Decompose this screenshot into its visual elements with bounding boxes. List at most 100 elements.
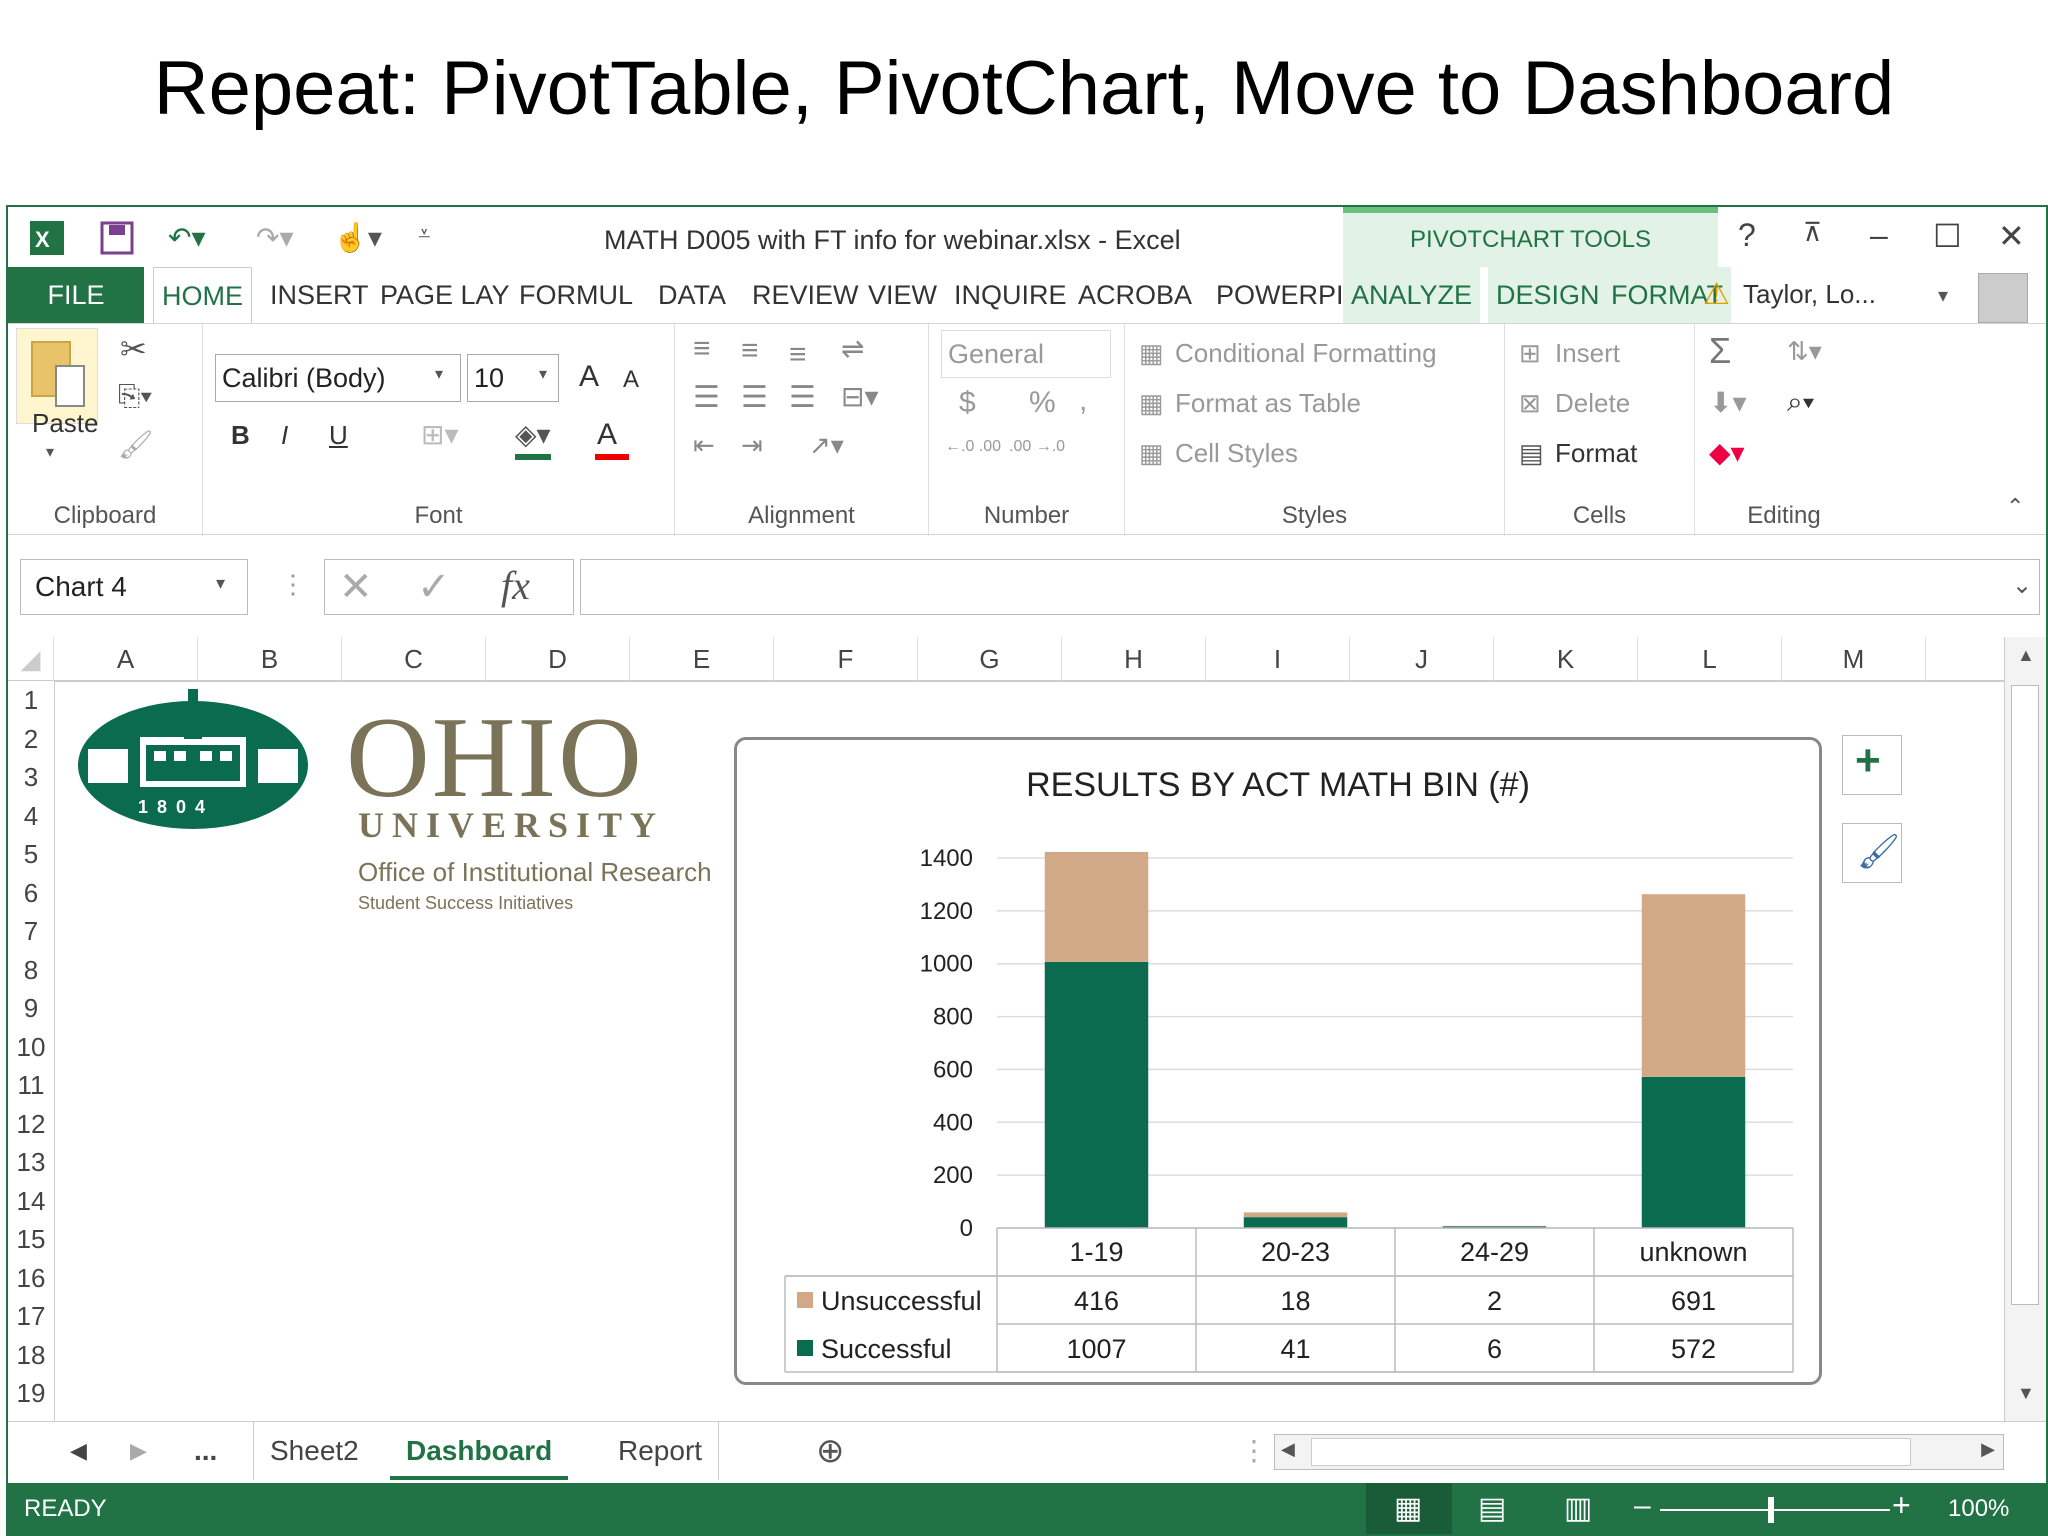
align-top-icon[interactable]: ≡: [693, 332, 711, 366]
save-icon[interactable]: [100, 221, 134, 255]
conditional-formatting-icon[interactable]: ▦: [1139, 338, 1164, 369]
row-header[interactable]: 11: [8, 1066, 54, 1105]
column-header[interactable]: B: [198, 637, 342, 681]
tab-insert[interactable]: INSERT: [262, 267, 377, 323]
copy-icon[interactable]: ⎘▾: [118, 380, 152, 413]
h-scroll-thumb[interactable]: [1311, 1438, 1911, 1466]
confirm-entry-icon[interactable]: ✓: [417, 564, 451, 610]
close-icon[interactable]: ✕: [1998, 217, 2025, 255]
sheet-tab-dashboard[interactable]: Dashboard: [390, 1422, 569, 1480]
comma-button[interactable]: ,: [1079, 384, 1087, 418]
fill-icon[interactable]: ⬇▾: [1709, 386, 1747, 419]
scroll-right-icon[interactable]: ▶: [1981, 1439, 1995, 1460]
user-dropdown-icon[interactable]: ▾: [1938, 283, 1948, 308]
column-header[interactable]: D: [486, 637, 630, 681]
ribbon-display-icon[interactable]: ⊼: [1803, 217, 1822, 248]
row-header[interactable]: 9: [8, 989, 54, 1028]
prev-sheet-icon[interactable]: ◀: [54, 1422, 103, 1480]
page-layout-view-icon[interactable]: ▤: [1478, 1491, 1506, 1526]
row-header[interactable]: 14: [8, 1182, 54, 1221]
scroll-down-icon[interactable]: ▼: [2017, 1383, 2035, 1404]
normal-view-button[interactable]: ▦: [1366, 1483, 1452, 1534]
new-sheet-icon[interactable]: ⊕: [800, 1422, 861, 1480]
conditional-formatting-button[interactable]: Conditional Formatting: [1175, 338, 1437, 369]
zoom-level[interactable]: 100%: [1948, 1495, 2009, 1523]
format-as-table-icon[interactable]: ▦: [1139, 388, 1164, 419]
column-header[interactable]: J: [1350, 637, 1494, 681]
row-header[interactable]: 7: [8, 912, 54, 951]
insert-cells-icon[interactable]: ⊞: [1519, 338, 1541, 369]
italic-button[interactable]: I: [281, 420, 288, 451]
orientation-icon[interactable]: ↗▾: [809, 430, 844, 461]
delete-cells-button[interactable]: Delete: [1555, 388, 1630, 419]
tab-acrobat[interactable]: ACROBA: [1070, 267, 1200, 323]
tab-file[interactable]: FILE: [8, 267, 144, 323]
sheet-tab-report[interactable]: Report: [602, 1422, 720, 1480]
vertical-scrollbar[interactable]: ▲ ▼: [2004, 637, 2046, 1421]
column-header[interactable]: A: [54, 637, 198, 681]
font-name-dropdown-icon[interactable]: ▾: [435, 364, 443, 384]
column-header[interactable]: E: [630, 637, 774, 681]
row-header[interactable]: 3: [8, 758, 54, 797]
align-right-icon[interactable]: ☰: [789, 380, 816, 415]
zoom-out-icon[interactable]: –: [1634, 1489, 1651, 1523]
redo-icon[interactable]: ↷▾: [256, 221, 294, 254]
horizontal-scrollbar[interactable]: ◀ ▶: [1274, 1434, 2004, 1470]
clear-icon[interactable]: ◆▾: [1709, 436, 1745, 469]
tab-formulas[interactable]: FORMUL: [511, 267, 641, 323]
format-as-table-button[interactable]: Format as Table: [1175, 388, 1361, 419]
more-sheets-button[interactable]: ...: [178, 1422, 233, 1480]
tab-review[interactable]: REVIEW: [744, 267, 867, 323]
currency-button[interactable]: $: [959, 386, 976, 420]
column-header[interactable]: M: [1782, 637, 1926, 681]
row-header[interactable]: 16: [8, 1259, 54, 1298]
row-header[interactable]: 1: [8, 681, 54, 720]
column-header[interactable]: G: [918, 637, 1062, 681]
minimize-icon[interactable]: –: [1870, 217, 1888, 254]
paste-label[interactable]: Paste: [32, 408, 99, 439]
column-header[interactable]: C: [342, 637, 486, 681]
chart-elements-button[interactable]: +: [1842, 735, 1902, 795]
column-header[interactable]: H: [1062, 637, 1206, 681]
row-header[interactable]: 8: [8, 951, 54, 990]
decrease-indent-icon[interactable]: ⇤: [693, 430, 715, 461]
row-header[interactable]: 10: [8, 1028, 54, 1067]
decrease-decimal-button[interactable]: .00 →.0: [1009, 438, 1065, 456]
cell-styles-button[interactable]: Cell Styles: [1175, 438, 1298, 469]
cut-icon[interactable]: ✂: [120, 330, 147, 368]
zoom-thumb[interactable]: [1768, 1497, 1774, 1523]
column-header[interactable]: I: [1206, 637, 1350, 681]
format-cells-button[interactable]: Format: [1555, 438, 1637, 469]
expand-formula-bar-icon[interactable]: ⌄: [2012, 571, 2032, 600]
font-size-dropdown-icon[interactable]: ▾: [539, 364, 547, 384]
find-select-icon[interactable]: ⌕▾: [1787, 386, 1814, 419]
tab-analyze[interactable]: ANALYZE: [1343, 267, 1481, 323]
autosum-button[interactable]: Σ: [1709, 330, 1731, 372]
align-left-icon[interactable]: ☰: [693, 380, 720, 415]
sheet-tab-sheet2[interactable]: Sheet2: [253, 1422, 375, 1480]
column-header[interactable]: K: [1494, 637, 1638, 681]
insert-cells-button[interactable]: Insert: [1555, 338, 1620, 369]
row-header[interactable]: 6: [8, 874, 54, 913]
tab-powerpivot[interactable]: POWERPI: [1208, 267, 1352, 323]
sort-filter-icon[interactable]: ⇅▾: [1787, 336, 1822, 367]
maximize-icon[interactable]: ☐: [1933, 217, 1962, 255]
tab-inquire[interactable]: INQUIRE: [946, 267, 1075, 323]
select-all-corner[interactable]: ◢: [8, 637, 54, 681]
paste-dropdown-icon[interactable]: ▾: [46, 442, 54, 462]
increase-indent-icon[interactable]: ⇥: [741, 430, 763, 461]
undo-icon[interactable]: ↶▾: [168, 221, 206, 254]
format-painter-icon[interactable]: 🖌: [118, 428, 154, 461]
grow-font-button[interactable]: A: [579, 360, 599, 394]
merge-center-icon[interactable]: ⊟▾: [841, 380, 879, 413]
cancel-entry-icon[interactable]: ✕: [339, 564, 373, 610]
number-format-select[interactable]: General: [941, 330, 1111, 378]
avatar[interactable]: [1978, 273, 2028, 323]
chart-styles-button[interactable]: 🖌: [1842, 823, 1902, 883]
increase-decimal-button[interactable]: ←.0 .00: [945, 438, 1001, 456]
column-header[interactable]: F: [774, 637, 918, 681]
align-bottom-icon[interactable]: ≡: [789, 338, 807, 372]
next-sheet-icon[interactable]: ▶: [114, 1422, 163, 1480]
shrink-font-button[interactable]: A: [623, 366, 639, 394]
customize-qat-icon[interactable]: ⩡: [418, 221, 430, 247]
